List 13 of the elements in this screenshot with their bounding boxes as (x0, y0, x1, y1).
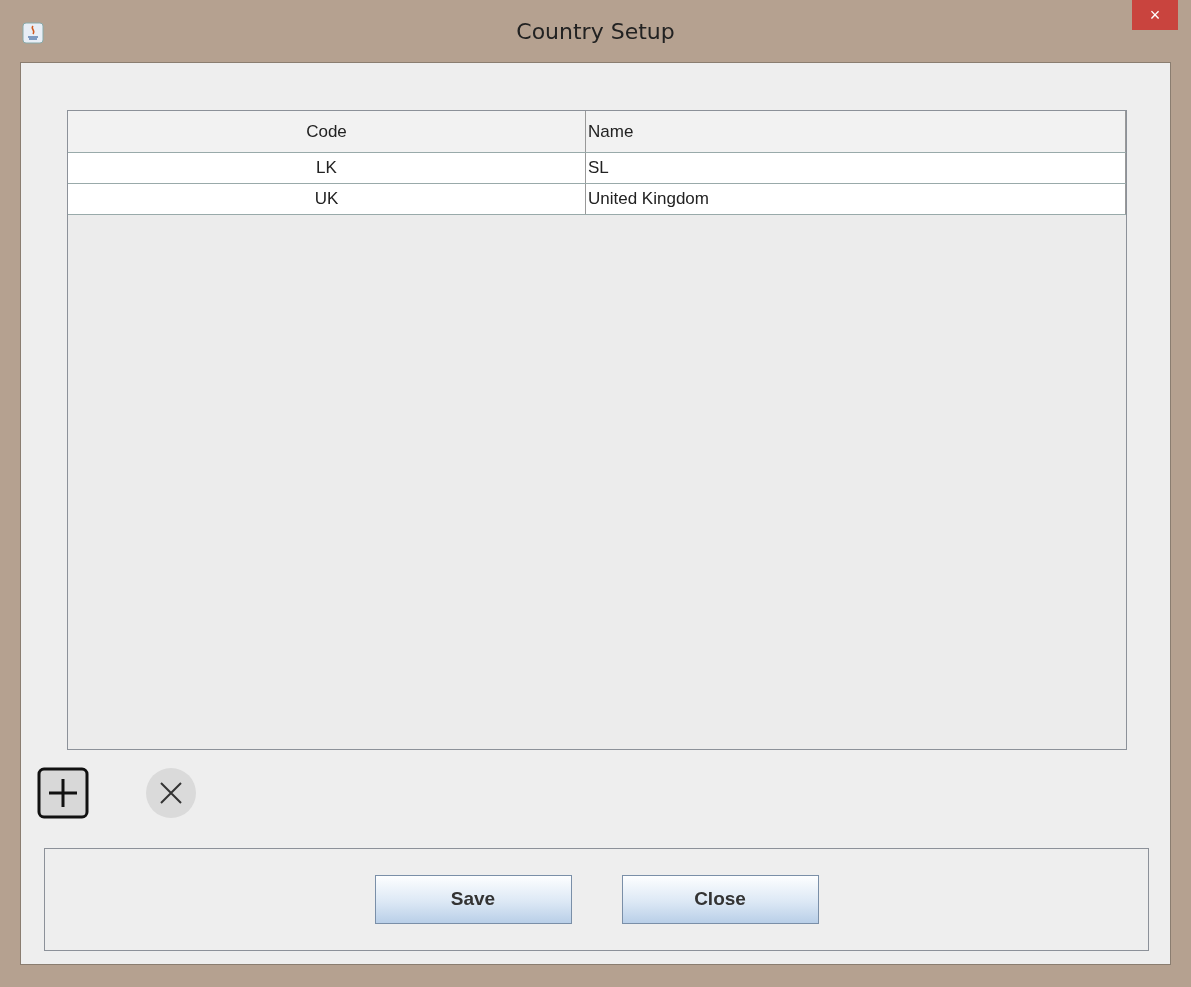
save-button[interactable]: Save (374, 875, 572, 924)
table-cell[interactable]: LK (68, 153, 586, 183)
table-cell[interactable]: SL (586, 153, 1126, 183)
close-dialog-button[interactable]: Close (621, 875, 819, 924)
add-button[interactable] (37, 767, 89, 819)
table-cell[interactable]: UK (68, 184, 586, 214)
column-header[interactable]: Code (68, 111, 586, 152)
remove-button[interactable] (145, 767, 197, 819)
close-button[interactable]: × (1132, 0, 1178, 30)
table-cell[interactable]: United Kingdom (586, 184, 1126, 214)
window-title: Country Setup (516, 17, 675, 46)
app-icon (22, 22, 44, 44)
column-header[interactable]: Name (586, 111, 1126, 152)
